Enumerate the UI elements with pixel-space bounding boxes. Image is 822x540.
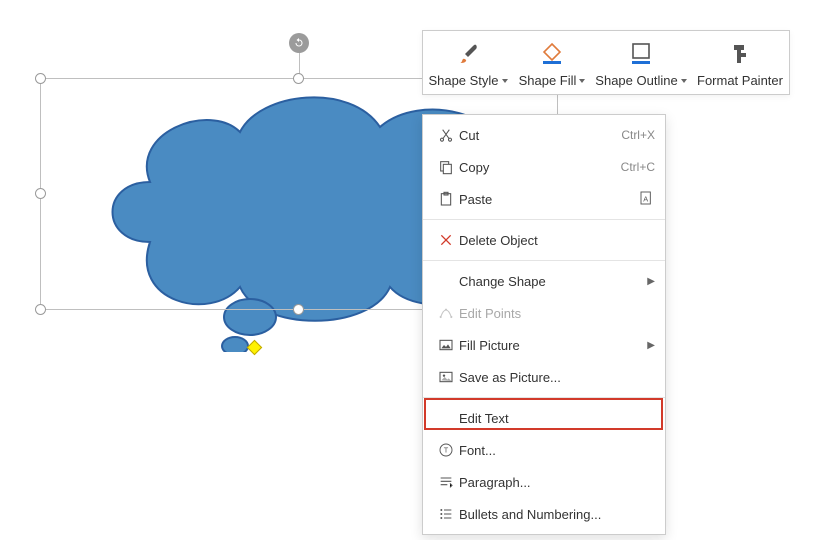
submenu-arrow-icon: ▶: [643, 340, 655, 351]
edit-points-icon: [433, 305, 459, 321]
format-painter-button[interactable]: Format Painter: [691, 31, 789, 94]
shape-outline-button[interactable]: Shape Outline: [591, 31, 691, 94]
resize-handle-bl[interactable]: [35, 304, 46, 315]
paragraph-icon: [433, 474, 459, 490]
svg-text:T: T: [444, 446, 449, 455]
fill-picture-icon: [433, 337, 459, 353]
format-painter-icon: [728, 39, 752, 69]
mini-toolbar: Shape Style Shape Fill Shape Outline For…: [422, 30, 790, 95]
chevron-down-icon: [681, 79, 687, 83]
separator: [423, 260, 665, 261]
separator: [423, 397, 665, 398]
copy-icon: [433, 159, 459, 175]
shortcut: Ctrl+C: [621, 160, 655, 174]
outline-icon: [628, 39, 654, 69]
label: Change Shape: [459, 274, 643, 289]
resize-handle-tl[interactable]: [35, 73, 46, 84]
context-menu: Cut Ctrl+X Copy Ctrl+C Paste A Delete Ob: [422, 114, 666, 535]
shape-fill-button[interactable]: Shape Fill: [513, 31, 591, 94]
menu-item-cut[interactable]: Cut Ctrl+X: [423, 119, 665, 151]
label: Paragraph...: [459, 475, 655, 490]
canvas: Shape Style Shape Fill Shape Outline For…: [0, 0, 822, 540]
menu-item-change-shape[interactable]: Change Shape ▶: [423, 265, 665, 297]
label: Bullets and Numbering...: [459, 507, 655, 522]
font-icon: T: [433, 442, 459, 458]
label: Edit Text: [459, 411, 655, 426]
submenu-arrow-icon: ▶: [643, 276, 655, 287]
label: Paste: [459, 192, 639, 207]
menu-item-paragraph[interactable]: Paragraph...: [423, 466, 665, 498]
menu-item-paste[interactable]: Paste A: [423, 183, 665, 215]
brush-icon: [456, 39, 480, 69]
shape-style-button[interactable]: Shape Style: [423, 31, 513, 94]
menu-item-edit-points: Edit Points: [423, 297, 665, 329]
bullets-icon: [433, 506, 459, 522]
fill-bucket-icon: [539, 39, 565, 69]
svg-text:A: A: [643, 194, 648, 203]
menu-item-delete-object[interactable]: Delete Object: [423, 224, 665, 256]
rotate-icon: [293, 37, 305, 49]
label: Shape Fill: [519, 73, 577, 88]
paste-options-icon: A: [639, 190, 655, 209]
menu-item-save-as-picture[interactable]: Save as Picture...: [423, 361, 665, 393]
resize-handle-tm[interactable]: [293, 73, 304, 84]
label: Fill Picture: [459, 338, 643, 353]
label: Font...: [459, 443, 655, 458]
delete-icon: [433, 232, 459, 248]
menu-item-font[interactable]: T Font...: [423, 434, 665, 466]
resize-handle-bm[interactable]: [293, 304, 304, 315]
label: Edit Points: [459, 306, 655, 321]
label: Copy: [459, 160, 621, 175]
label: Shape Style: [428, 73, 498, 88]
chevron-down-icon: [579, 79, 585, 83]
label: Save as Picture...: [459, 370, 655, 385]
menu-item-copy[interactable]: Copy Ctrl+C: [423, 151, 665, 183]
rotate-handle[interactable]: [289, 33, 309, 53]
chevron-down-icon: [502, 79, 508, 83]
resize-handle-ml[interactable]: [35, 188, 46, 199]
menu-item-edit-text[interactable]: Edit Text: [423, 402, 665, 434]
separator: [423, 219, 665, 220]
menu-item-fill-picture[interactable]: Fill Picture ▶: [423, 329, 665, 361]
shortcut: Ctrl+X: [621, 128, 655, 142]
label: Delete Object: [459, 233, 655, 248]
label: Shape Outline: [595, 73, 677, 88]
label: Format Painter: [697, 73, 783, 88]
adjust-handle[interactable]: [247, 340, 263, 356]
cut-icon: [433, 127, 459, 143]
picture-icon: [433, 369, 459, 385]
menu-item-bullets[interactable]: Bullets and Numbering...: [423, 498, 665, 530]
label: Cut: [459, 128, 621, 143]
paste-icon: [433, 191, 459, 207]
